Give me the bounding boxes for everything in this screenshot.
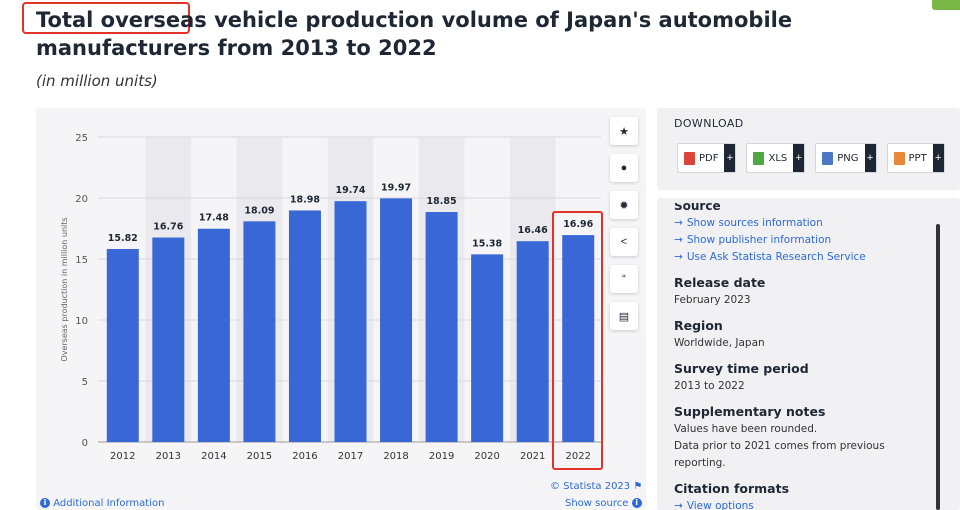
x-tick-label: 2019 bbox=[429, 451, 454, 462]
data-label: 19.97 bbox=[381, 182, 411, 193]
survey-period-heading: Survey time period bbox=[674, 361, 809, 376]
download-png-label: PNG bbox=[837, 152, 859, 164]
pdf-file-icon bbox=[684, 151, 695, 165]
x-tick-label: 2021 bbox=[520, 451, 545, 462]
gear-icon[interactable]: ✹ bbox=[610, 191, 638, 219]
y-tick-label: 10 bbox=[75, 316, 88, 327]
x-tick-label: 2018 bbox=[383, 451, 408, 462]
data-label: 15.38 bbox=[472, 238, 502, 249]
plus-icon[interactable]: + bbox=[793, 144, 805, 172]
data-label: 16.46 bbox=[518, 225, 548, 236]
y-tick-label: 25 bbox=[75, 133, 88, 144]
region-value: Worldwide, Japan bbox=[674, 337, 765, 349]
x-tick-label: 2012 bbox=[110, 451, 135, 462]
citation-formats-heading: Citation formats bbox=[674, 481, 790, 496]
png-file-icon bbox=[822, 151, 834, 165]
download-buttons: PDF + XLS + PNG + PPT + bbox=[677, 143, 945, 173]
view-options-link[interactable]: → View options bbox=[674, 498, 939, 510]
data-label: 18.09 bbox=[244, 205, 274, 216]
ppt-file-icon bbox=[893, 151, 905, 165]
statista-credit[interactable]: © Statista 2023 ⚑ bbox=[550, 481, 642, 492]
download-xls-button[interactable]: XLS + bbox=[746, 143, 806, 173]
bar bbox=[471, 254, 504, 442]
arrow-right-icon: → bbox=[674, 234, 683, 246]
release-date-heading: Release date bbox=[674, 275, 766, 290]
bar bbox=[243, 221, 276, 442]
info-panel-scrollbar[interactable] bbox=[936, 224, 940, 510]
info-icon: i bbox=[631, 498, 642, 508]
download-ppt-label: PPT bbox=[908, 152, 927, 164]
supplementary-notes-heading: Supplementary notes bbox=[674, 404, 826, 419]
share-icon[interactable]: < bbox=[610, 228, 638, 256]
additional-information-link[interactable]: i Additional Information bbox=[40, 498, 164, 509]
download-pdf-button[interactable]: PDF + bbox=[677, 143, 737, 173]
statistic-info-panel: Source → Show sources information → Show p… bbox=[657, 198, 960, 510]
show-sources-label[interactable]: Show sources information bbox=[687, 217, 823, 229]
data-label: 16.76 bbox=[153, 222, 183, 233]
flag-icon[interactable]: ⚑ bbox=[633, 481, 642, 492]
bar bbox=[380, 198, 413, 442]
bar-chart: 0 5 10 15 20 25 Overseas production in million… bbox=[60, 133, 601, 462]
bar bbox=[152, 237, 185, 442]
y-tick-label: 5 bbox=[82, 377, 88, 388]
bar bbox=[288, 210, 321, 442]
x-tick-label: 2017 bbox=[338, 451, 363, 462]
download-pdf-label: PDF bbox=[699, 152, 719, 164]
download-xls-label: XLS bbox=[768, 152, 788, 164]
data-label: 19.74 bbox=[335, 185, 365, 196]
supplementary-notes-line2: Data prior to 2021 comes from previous r… bbox=[674, 440, 885, 469]
x-tick-label: 2013 bbox=[156, 451, 181, 462]
x-tick-label: 2020 bbox=[474, 451, 499, 462]
plus-icon[interactable]: + bbox=[724, 144, 736, 172]
credit-text[interactable]: © Statista 2023 bbox=[550, 481, 630, 492]
plus-icon[interactable]: + bbox=[932, 144, 944, 172]
highlight-box-2022 bbox=[552, 211, 603, 470]
data-label: 15.82 bbox=[108, 233, 138, 244]
show-publisher-link[interactable]: → Show publisher information bbox=[674, 232, 939, 249]
download-ppt-button[interactable]: PPT + bbox=[886, 143, 945, 173]
bar bbox=[516, 241, 549, 442]
region-heading: Region bbox=[674, 318, 723, 333]
download-panel: DOWNLOAD PDF + XLS + PNG + PPT + bbox=[657, 108, 960, 190]
data-label: 17.48 bbox=[199, 213, 229, 224]
arrow-right-icon: → bbox=[674, 500, 683, 510]
release-date-value: February 2023 bbox=[674, 294, 751, 306]
y-tick-label: 20 bbox=[75, 194, 88, 205]
download-png-button[interactable]: PNG + bbox=[815, 143, 877, 173]
supplementary-notes-line1: Values have been rounded. bbox=[674, 423, 818, 435]
bar bbox=[106, 248, 139, 442]
show-source-link[interactable]: Show source i bbox=[565, 498, 642, 509]
print-icon[interactable]: ▤ bbox=[610, 302, 638, 330]
star-icon[interactable]: ★ bbox=[610, 117, 638, 145]
bar bbox=[197, 228, 230, 442]
plus-icon[interactable]: + bbox=[864, 144, 876, 172]
show-sources-link[interactable]: → Show sources information bbox=[674, 215, 939, 232]
xls-file-icon bbox=[753, 151, 765, 165]
view-options-label[interactable]: View options bbox=[687, 500, 754, 510]
arrow-right-icon: → bbox=[674, 251, 683, 263]
y-tick-label: 0 bbox=[82, 438, 88, 449]
download-title: DOWNLOAD bbox=[674, 117, 744, 130]
arrow-right-icon: → bbox=[674, 217, 683, 229]
bell-icon[interactable]: ● bbox=[610, 154, 638, 182]
info-icon: i bbox=[40, 498, 50, 508]
x-tick-label: 2014 bbox=[201, 451, 226, 462]
data-label: 18.85 bbox=[427, 196, 457, 207]
y-axis-label: Overseas production in million units bbox=[60, 217, 69, 361]
show-source-label[interactable]: Show source bbox=[565, 498, 628, 509]
quote-icon[interactable]: “ bbox=[610, 265, 638, 293]
bar bbox=[334, 201, 367, 442]
data-label: 18.98 bbox=[290, 194, 320, 205]
additional-information-label[interactable]: Additional Information bbox=[53, 498, 164, 509]
y-tick-label: 15 bbox=[75, 255, 88, 266]
ask-statista-label[interactable]: Use Ask Statista Research Service bbox=[687, 251, 866, 263]
chart-toolbar: ★ ● ✹ < “ ▤ bbox=[610, 117, 638, 339]
x-tick-label: 2015 bbox=[247, 451, 272, 462]
ask-statista-link[interactable]: → Use Ask Statista Research Service bbox=[674, 249, 939, 266]
show-publisher-label[interactable]: Show publisher information bbox=[687, 234, 831, 246]
bar bbox=[425, 212, 458, 442]
source-heading: Source bbox=[674, 203, 721, 213]
survey-period-value: 2013 to 2022 bbox=[674, 380, 745, 392]
x-tick-label: 2016 bbox=[292, 451, 317, 462]
